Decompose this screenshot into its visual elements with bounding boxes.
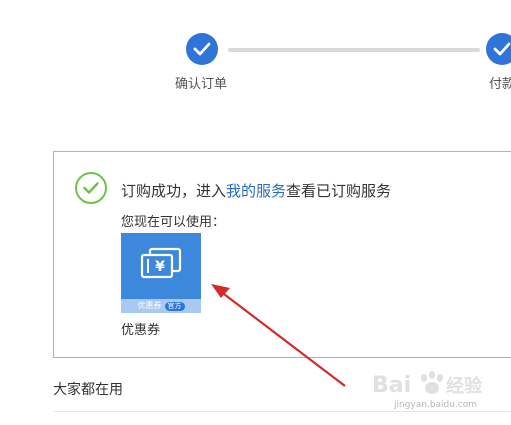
coupon-name[interactable]: 优惠券 xyxy=(121,319,160,338)
svg-text:Bai: Bai xyxy=(372,373,411,398)
coupon-tag-bar: 优惠券 官方 xyxy=(121,299,201,313)
step-1-check-icon xyxy=(186,33,218,65)
coupon-tag-text: 优惠券 xyxy=(137,301,162,310)
success-message-prefix: 订购成功，进入 xyxy=(121,182,227,200)
step-1-label: 确认订单 xyxy=(175,77,228,92)
page: 确认订单 付款 订购成功，进入我的服务查看已订购服务 您现在可以使用： ¥ 优惠… xyxy=(0,0,511,425)
watermark-url: jingyan.baidu.com xyxy=(394,400,478,410)
progress-line xyxy=(228,48,480,52)
svg-text:经验: 经验 xyxy=(446,375,483,397)
coupon-service-card[interactable]: ¥ 优惠券 官方 xyxy=(121,233,201,313)
coupon-ticket-icon: ¥ xyxy=(140,247,182,279)
step-2-label: 付款 xyxy=(489,77,511,92)
official-badge: 官方 xyxy=(164,301,185,311)
available-now-label: 您现在可以使用： xyxy=(121,215,226,230)
order-success-panel: 订购成功，进入我的服务查看已订购服务 您现在可以使用： ¥ 优惠券 官方 优惠券 xyxy=(53,151,511,358)
success-message: 订购成功，进入我的服务查看已订购服务 xyxy=(121,180,391,201)
section-title-everyone-uses: 大家都在用 xyxy=(53,382,123,398)
my-services-link[interactable]: 我的服务 xyxy=(226,182,286,200)
step-2-check-icon xyxy=(486,33,511,65)
success-message-suffix: 查看已订购服务 xyxy=(286,182,392,200)
success-check-icon xyxy=(75,172,107,204)
baidu-watermark-logo: Bai 经验 xyxy=(372,371,483,398)
divider xyxy=(53,411,511,412)
coupon-symbol: ¥ xyxy=(155,259,165,275)
